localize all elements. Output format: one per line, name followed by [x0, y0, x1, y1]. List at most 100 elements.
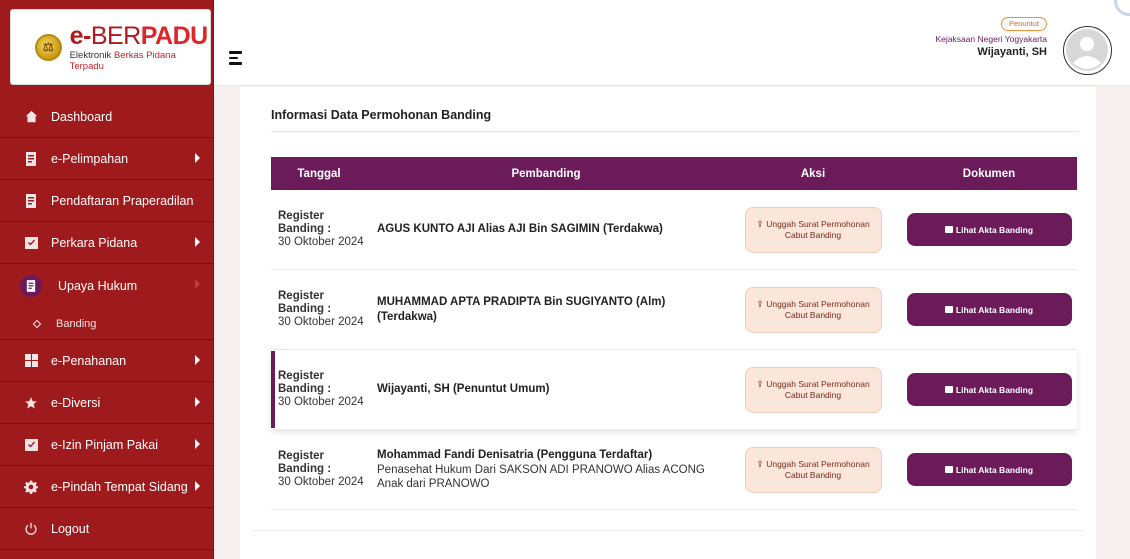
pembanding-cell: AGUS KUNTO AJI Alias AJI Bin SAGIMIN (Te…	[367, 222, 725, 237]
top-header: Penuntut Kejaksaan Negeri Yogyakarta Wij…	[214, 0, 1130, 86]
dokumen-cell: Lihat Akta Banding	[901, 213, 1077, 246]
home-icon	[23, 109, 39, 125]
document-icon	[23, 193, 39, 209]
aksi-cell: ⇪ Unggah Surat Permohonan Cabut Banding	[725, 286, 901, 333]
upload-icon: ⇪	[756, 298, 764, 309]
aksi-cell: ⇪ Unggah Surat Permohonan Cabut Banding	[725, 446, 901, 493]
sidebar: ⚖ e-BERPADU Elektronik Berkas Pidana Ter…	[0, 0, 214, 559]
view-akta-banding-button[interactable]: Lihat Akta Banding	[906, 453, 1072, 486]
date-value: 30 Oktober 2024	[278, 476, 364, 488]
button-label: Lihat Akta Banding	[955, 304, 1034, 315]
upload-icon: ⇪	[756, 458, 764, 469]
chevron-right-icon	[195, 397, 200, 407]
sidebar-item-e-pelimpahan[interactable]: e-Pelimpahan	[0, 138, 214, 180]
sidebar-item-upaya-hukum[interactable]: Upaya Hukum	[0, 264, 214, 308]
table-row-highlighted: Register Banding : 30 Oktober 2024 Wijay…	[271, 350, 1077, 430]
user-name: Wijayanti, SH	[977, 46, 1047, 58]
user-avatar-icon	[1066, 29, 1108, 71]
sidebar-item-perkara-pidana[interactable]: Perkara Pidana	[0, 222, 214, 264]
sidebar-item-pendaftaran-praperadilan[interactable]: Pendaftaran Praperadilan	[0, 180, 214, 222]
sidebar-item-e-penahanan[interactable]: e-Penahanan	[0, 340, 214, 382]
sidebar-item-logout[interactable]: Logout	[0, 508, 214, 550]
pembanding-name: Wijayanti, SH (Penuntut Umum)	[377, 383, 550, 395]
sidebar-item-label: Banding	[56, 317, 97, 330]
sidebar-item-label: Upaya Hukum	[58, 279, 138, 293]
chevron-right-icon	[195, 355, 200, 365]
pembanding-name: Mohammad Fandi Denisatria (Pengguna Terd…	[377, 449, 653, 461]
date-label: Register Banding :	[278, 210, 332, 235]
button-label: Unggah Surat Permohonan Cabut Banding	[766, 298, 870, 320]
sidebar-item-label: Pendaftaran Praperadilan	[51, 193, 194, 208]
date-label: Register Banding :	[278, 370, 332, 395]
seal-logo-icon: ⚖	[35, 33, 62, 61]
pembanding-cell: Mohammad Fandi Denisatria (Pengguna Terd…	[367, 448, 725, 491]
pembanding-cell: Wijayanti, SH (Penuntut Umum)	[367, 382, 725, 397]
column-header-aksi: Aksi	[800, 167, 826, 180]
upload-cabut-banding-button[interactable]: ⇪ Unggah Surat Permohonan Cabut Banding	[744, 366, 882, 413]
view-akta-banding-button[interactable]: Lihat Akta Banding	[906, 213, 1072, 246]
divider	[271, 131, 1079, 132]
dokumen-cell: Lihat Akta Banding	[901, 373, 1077, 406]
date-value: 30 Oktober 2024	[278, 236, 364, 248]
archive-icon	[944, 386, 953, 393]
role-badge: Penuntut	[1000, 17, 1047, 31]
button-label: Unggah Surat Permohonan Cabut Banding	[766, 458, 870, 480]
date-cell: Register Banding : 30 Oktober 2024	[271, 290, 367, 329]
sidebar-item-e-izin-pinjam-pakai[interactable]: e-Izin Pinjam Pakai	[0, 424, 214, 466]
menu-toggle-icon[interactable]	[229, 51, 242, 68]
sidebar-item-label: e-Pelimpahan	[51, 151, 129, 166]
corner-decoration	[1114, 0, 1130, 16]
divider	[252, 530, 1084, 531]
user-organization: Kejaksaan Negeri Yogyakarta	[935, 34, 1047, 44]
checklist-icon	[23, 235, 39, 251]
pembanding-name: MUHAMMAD APTA PRADIPTA Bin SUGIYANTO (Al…	[377, 295, 666, 323]
chevron-right-icon	[195, 439, 200, 449]
table-row: Register Banding : 30 Oktober 2024 AGUS …	[271, 190, 1077, 270]
checklist-icon	[23, 437, 39, 453]
archive-icon	[944, 466, 953, 473]
diamond-icon	[32, 319, 42, 328]
sidebar-item-label: e-Izin Pinjam Pakai	[51, 437, 158, 452]
grid-icon	[23, 353, 39, 369]
star-icon	[23, 395, 39, 411]
upload-icon: ⇪	[756, 218, 764, 229]
upload-cabut-banding-button[interactable]: ⇪ Unggah Surat Permohonan Cabut Banding	[744, 286, 882, 333]
sidebar-item-dashboard[interactable]: Dashboard	[0, 96, 214, 138]
sidebar-item-e-diversi[interactable]: e-Diversi	[0, 382, 214, 424]
button-label: Lihat Akta Banding	[955, 464, 1034, 475]
main-content: Informasi Data Permohonan Banding Tangga…	[240, 87, 1096, 559]
date-cell: Register Banding : 30 Oktober 2024	[271, 210, 367, 249]
avatar[interactable]	[1063, 26, 1112, 75]
page-title: Informasi Data Permohonan Banding	[271, 108, 492, 122]
sidebar-subitem-banding[interactable]: Banding	[0, 308, 214, 340]
sidebar-item-label: e-Pindah Tempat Sidang	[51, 479, 188, 494]
dokumen-cell: Lihat Akta Banding	[901, 453, 1077, 486]
aksi-cell: ⇪ Unggah Surat Permohonan Cabut Banding	[725, 366, 901, 413]
pembanding-cell: MUHAMMAD APTA PRADIPTA Bin SUGIYANTO (Al…	[367, 295, 725, 325]
date-value: 30 Oktober 2024	[278, 396, 364, 408]
sidebar-item-label: Dashboard	[51, 109, 113, 124]
view-akta-banding-button[interactable]: Lihat Akta Banding	[906, 373, 1072, 406]
date-label: Register Banding :	[278, 290, 332, 315]
document-icon	[23, 151, 39, 167]
table-header: Tanggal Pembanding Aksi Dokumen	[271, 157, 1077, 190]
logo-subtitle: Elektronik Berkas Pidana Terpadu	[69, 49, 176, 72]
pembanding-name: AGUS KUNTO AJI Alias AJI Bin SAGIMIN (Te…	[377, 223, 663, 235]
date-cell: Register Banding : 30 Oktober 2024	[271, 450, 367, 489]
document-icon	[20, 275, 42, 297]
upload-cabut-banding-button[interactable]: ⇪ Unggah Surat Permohonan Cabut Banding	[744, 446, 882, 493]
button-label: Lihat Akta Banding	[955, 224, 1034, 235]
sidebar-menu: Dashboard e-Pelimpahan Pendaftaran Prape…	[0, 96, 214, 550]
app-logo[interactable]: ⚖ e-BERPADU Elektronik Berkas Pidana Ter…	[10, 9, 211, 85]
sidebar-item-label: Logout	[51, 521, 90, 536]
view-akta-banding-button[interactable]: Lihat Akta Banding	[906, 293, 1072, 326]
column-header-dokumen: Dokumen	[962, 167, 1016, 180]
date-label: Register Banding :	[278, 450, 332, 475]
logo-title: e-BERPADU	[69, 21, 209, 50]
upload-cabut-banding-button[interactable]: ⇪ Unggah Surat Permohonan Cabut Banding	[744, 206, 882, 253]
chevron-right-icon	[195, 153, 200, 163]
chevron-right-icon	[195, 237, 200, 247]
sidebar-item-e-pindah-tempat-sidang[interactable]: e-Pindah Tempat Sidang	[0, 466, 214, 508]
power-icon	[23, 521, 39, 537]
banding-table: Tanggal Pembanding Aksi Dokumen Register…	[271, 157, 1077, 510]
